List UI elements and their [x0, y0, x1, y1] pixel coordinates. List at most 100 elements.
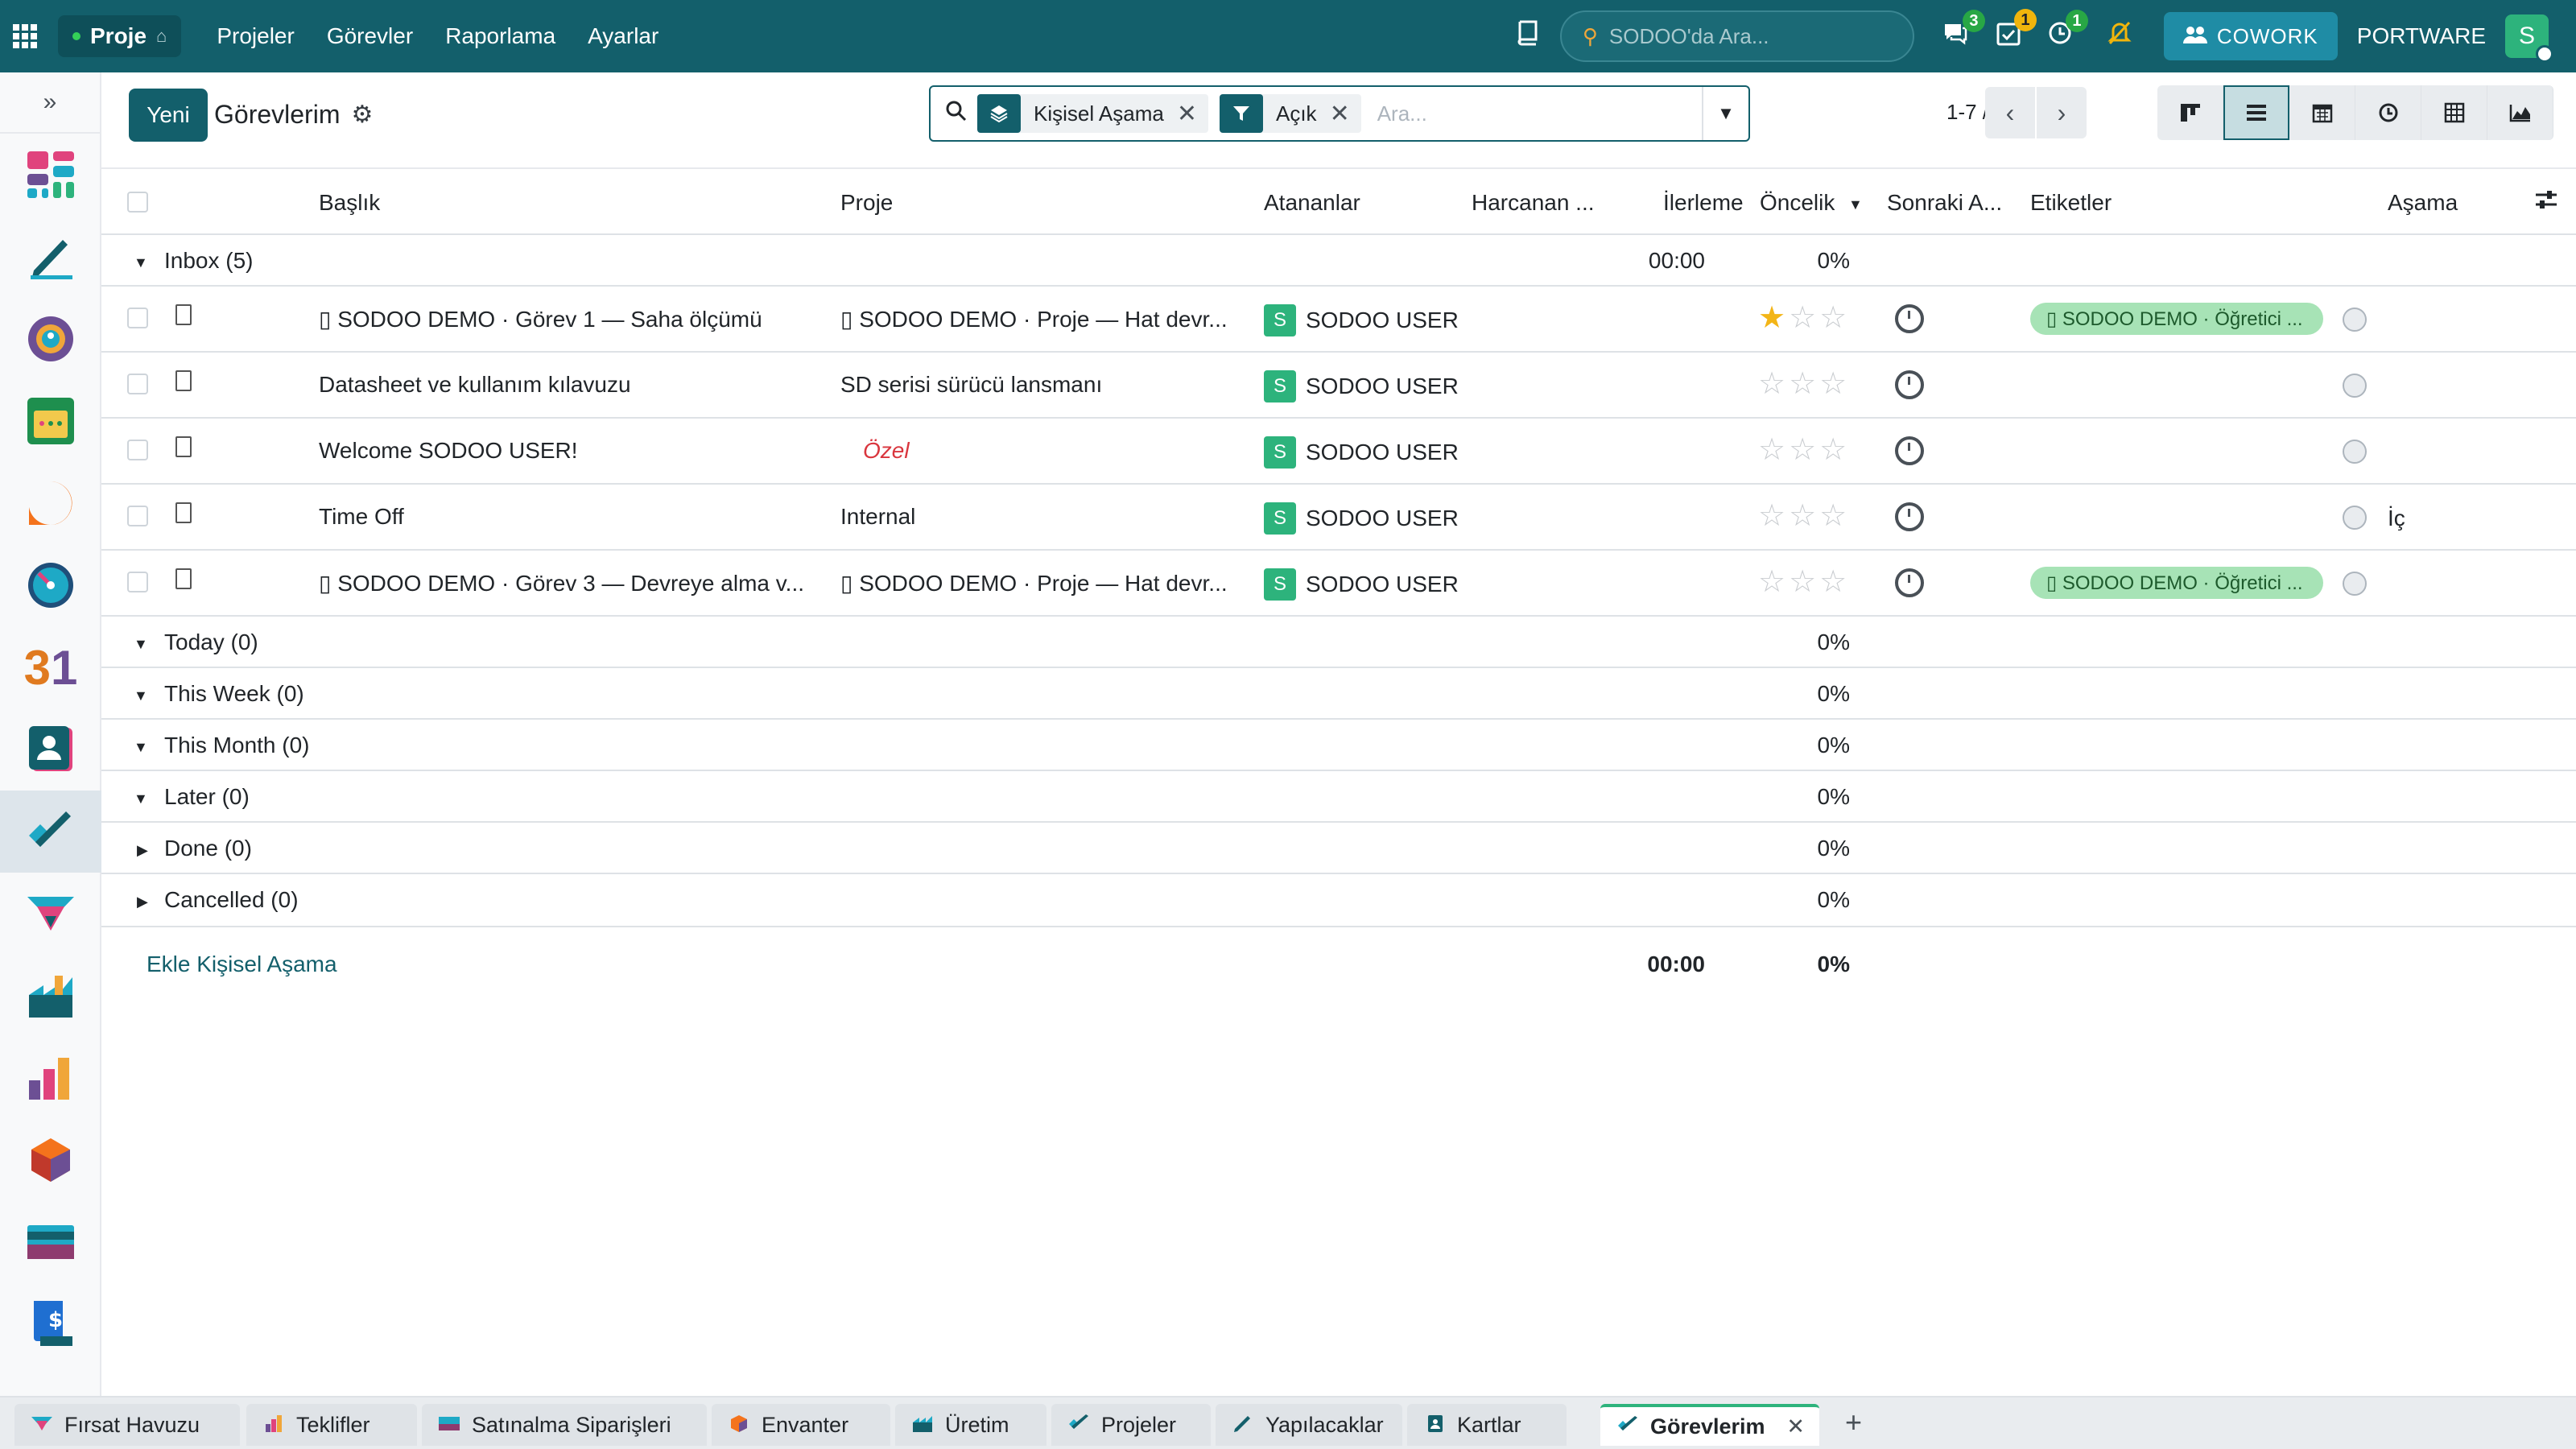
task-project[interactable]: SD serisi sürücü lansmanı: [840, 372, 1251, 398]
menu-reporting[interactable]: Raporlama: [429, 23, 572, 49]
team-app-icon[interactable]: [0, 298, 101, 380]
list-view-icon[interactable]: [2223, 85, 2289, 140]
assignee-name[interactable]: SODOO USER: [1306, 374, 1459, 399]
activity-icon[interactable]: 1: [1996, 9, 2037, 52]
table-row[interactable]: Time Off Internal S SODOO USER ☆☆☆ İç: [101, 485, 2576, 551]
priority-star-icon[interactable]: ☆: [1789, 367, 1819, 401]
row-checkbox[interactable]: [127, 440, 148, 460]
cowork-button[interactable]: COWORK: [2163, 12, 2338, 60]
table-row[interactable]: ▯ SODOO DEMO · Görev 1 — Saha ölçümü ▯ SO…: [101, 287, 2576, 353]
row-checkbox[interactable]: [127, 572, 148, 592]
crm-app-icon[interactable]: [0, 873, 101, 955]
priority-star-icon[interactable]: ☆: [1819, 499, 1850, 533]
chat-icon[interactable]: 3: [1942, 10, 1985, 52]
group-row-done[interactable]: ▶ Done (0) 0%: [101, 823, 2576, 874]
row-checkbox[interactable]: [127, 374, 148, 394]
muted-bell-icon[interactable]: [2107, 20, 2132, 52]
global-search-input[interactable]: ⚲ SODOO'da Ara...: [1559, 10, 1914, 62]
next-activity-clock-icon[interactable]: [1895, 568, 1924, 597]
apps-menu-icon[interactable]: [0, 0, 50, 72]
discuss-app-icon[interactable]: [0, 462, 101, 544]
task-title[interactable]: Time Off: [319, 504, 818, 530]
tab-projeler[interactable]: Projeler: [1051, 1404, 1211, 1446]
column-progress[interactable]: İlerleme: [1663, 190, 1744, 216]
table-row[interactable]: Welcome SODOO USER! Özel S SODOO USER ☆☆☆: [101, 419, 2576, 485]
company-switcher[interactable]: PORTWARE: [2357, 23, 2486, 49]
column-title[interactable]: Başlık: [319, 190, 380, 216]
priority-star-icon[interactable]: ★: [1758, 301, 1789, 335]
priority-star-icon[interactable]: ☆: [1758, 565, 1789, 599]
stage-state-icon[interactable]: [2343, 374, 2367, 398]
priority-star-icon[interactable]: ☆: [1758, 499, 1789, 533]
kanban-view-icon[interactable]: [2157, 85, 2223, 140]
group-row-cancelled[interactable]: ▶ Cancelled (0) 0%: [101, 874, 2576, 926]
manufacturing-app-icon[interactable]: [0, 955, 101, 1037]
timer-icon[interactable]: 1: [2048, 10, 2088, 52]
row-checkbox[interactable]: [127, 308, 148, 328]
task-title[interactable]: Datasheet ve kullanım kılavuzu: [319, 372, 818, 398]
documents-app-icon[interactable]: [0, 216, 101, 298]
task-title[interactable]: Welcome SODOO USER!: [319, 438, 818, 464]
graph-view-icon[interactable]: [2487, 85, 2553, 140]
calendar-31-app-icon[interactable]: 31: [0, 626, 101, 708]
project-app-icon[interactable]: [0, 791, 101, 873]
table-row[interactable]: ▯ SODOO DEMO · Görev 3 — Devreye alma v.…: [101, 551, 2576, 617]
priority-star-icon[interactable]: ☆: [1758, 433, 1789, 467]
column-tags[interactable]: Etiketler: [2030, 190, 2112, 216]
sales-app-icon[interactable]: [0, 1037, 101, 1119]
priority-star-icon[interactable]: ☆: [1819, 565, 1850, 599]
tab-envanter[interactable]: Envanter: [712, 1404, 890, 1446]
group-row-this-month[interactable]: ▼ This Month (0) 0%: [101, 720, 2576, 771]
select-all-checkbox[interactable]: [127, 192, 148, 213]
app-brand[interactable]: Proje ⌂: [58, 15, 182, 57]
menu-settings[interactable]: Ayarlar: [572, 23, 675, 49]
priority-star-icon[interactable]: ☆: [1789, 565, 1819, 599]
tab-fırsat-havuzu[interactable]: Fırsat Havuzu: [14, 1404, 240, 1446]
tab-teklifler[interactable]: Teklifler: [246, 1404, 417, 1446]
pager-next-button[interactable]: ›: [2037, 87, 2087, 138]
assignee-name[interactable]: SODOO USER: [1306, 308, 1459, 333]
priority-star-icon[interactable]: ☆: [1789, 433, 1819, 467]
task-title[interactable]: ▯ SODOO DEMO · Görev 3 — Devreye alma v.…: [319, 570, 818, 597]
calendar-app-icon[interactable]: [0, 380, 101, 462]
row-checkbox[interactable]: [127, 506, 148, 526]
priority-star-icon[interactable]: ☆: [1789, 301, 1819, 335]
next-activity-clock-icon[interactable]: [1895, 502, 1924, 531]
calendar-view-icon[interactable]: [2289, 85, 2355, 140]
column-priority[interactable]: Öncelik: [1760, 190, 1835, 216]
close-tab-icon[interactable]: ✕: [1786, 1414, 1805, 1439]
task-project[interactable]: Özel: [863, 438, 1274, 464]
contacts-app-icon[interactable]: [0, 708, 101, 791]
group-row-this-week[interactable]: ▼ This Week (0) 0%: [101, 668, 2576, 720]
tab-görevlerim[interactable]: Görevlerim ✕: [1600, 1404, 1819, 1446]
tab-satınalma-siparişleri[interactable]: Satınalma Siparişleri: [422, 1404, 707, 1446]
column-project[interactable]: Proje: [840, 190, 893, 216]
assignee-name[interactable]: SODOO USER: [1306, 572, 1459, 597]
purchase-app-icon[interactable]: [0, 1201, 101, 1283]
add-personal-stage-link[interactable]: Ekle Kişisel Aşama: [147, 952, 337, 977]
assignee-name[interactable]: SODOO USER: [1306, 506, 1459, 531]
priority-star-icon[interactable]: ☆: [1758, 367, 1789, 401]
task-project[interactable]: ▯ SODOO DEMO · Proje — Hat devr...: [840, 306, 1251, 332]
table-row[interactable]: Datasheet ve kullanım kılavuzu SD serisi …: [101, 353, 2576, 419]
priority-star-icon[interactable]: ☆: [1819, 301, 1850, 335]
next-activity-clock-icon[interactable]: [1895, 304, 1924, 333]
timesheet-app-icon[interactable]: [0, 544, 101, 626]
task-title[interactable]: ▯ SODOO DEMO · Görev 1 — Saha ölçümü: [319, 306, 818, 332]
priority-star-icon[interactable]: ☆: [1819, 367, 1850, 401]
column-time-spent[interactable]: Harcanan ...: [1472, 190, 1595, 216]
group-row-later[interactable]: ▼ Later (0) 0%: [101, 771, 2576, 823]
remove-facet-icon[interactable]: ✕: [1177, 100, 1208, 128]
column-stage[interactable]: Aşama: [2388, 190, 2458, 216]
remove-facet-icon[interactable]: ✕: [1330, 100, 1361, 128]
invoicing-app-icon[interactable]: $: [0, 1283, 101, 1365]
priority-star-icon[interactable]: ☆: [1789, 499, 1819, 533]
task-project[interactable]: Internal: [840, 504, 1251, 530]
group-row-today[interactable]: ▼ Today (0) 0%: [101, 617, 2576, 668]
tab-kartlar[interactable]: Kartlar: [1407, 1404, 1567, 1446]
column-next-activity[interactable]: Sonraki A...: [1887, 190, 2002, 216]
pager-previous-button[interactable]: ‹: [1985, 87, 2035, 138]
user-avatar[interactable]: S: [2505, 14, 2553, 63]
stage-state-icon[interactable]: [2343, 506, 2367, 530]
expand-sidebar-icon[interactable]: »: [0, 72, 100, 134]
